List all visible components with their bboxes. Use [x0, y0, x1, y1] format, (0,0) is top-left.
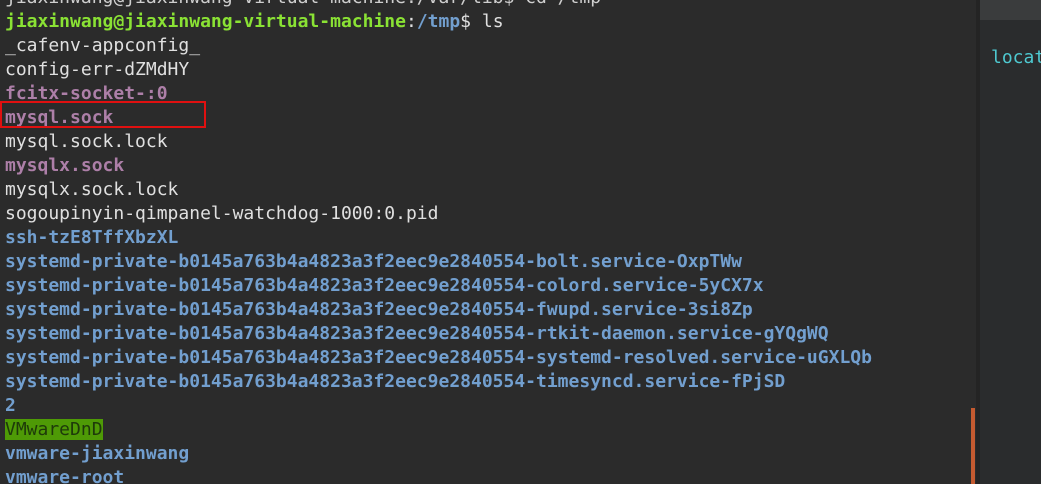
terminal-output: jiaxinwang@jiaxinwang-virtual-machine:/v… [5, 0, 872, 484]
list-item: _cafenv-appconfig_ [5, 34, 872, 58]
list-item: ssh-tzE8TffXbzXL [5, 226, 872, 250]
socket-entry: fcitx-socket-:0 [5, 83, 168, 104]
list-item: vmware-jiaxinwang [5, 442, 872, 466]
prompt-colon: : [405, 11, 417, 32]
prompt-user-host: jiaxinwang@jiaxinwang-virtual-machine [5, 11, 406, 32]
directory-entry: systemd-private-b0145a763b4a4823a3f2eec9… [5, 251, 742, 272]
terminal-window[interactable]: jiaxinwang@jiaxinwang-virtual-machine:/v… [0, 0, 976, 484]
prompt-path: /tmp [416, 11, 461, 32]
list-item: 2 [5, 394, 872, 418]
side-panel-text: locat [991, 47, 1041, 68]
list-item: VMwareDnD [5, 418, 872, 442]
directory-entry: systemd-private-b0145a763b4a4823a3f2eec9… [5, 347, 872, 368]
side-panel-tab[interactable] [980, 0, 1041, 20]
clipped-command-line: jiaxinwang@jiaxinwang-virtual-machine:/v… [5, 0, 872, 10]
file-entry: mysql.sock.lock [5, 131, 168, 152]
prompt-symbol: $ [460, 11, 482, 32]
list-item: config-err-dZMdHY [5, 58, 872, 82]
list-item: systemd-private-b0145a763b4a4823a3f2eec9… [5, 250, 872, 274]
directory-entry: systemd-private-b0145a763b4a4823a3f2eec9… [5, 371, 786, 392]
list-item: fcitx-socket-:0 [5, 82, 872, 106]
list-item: mysqlx.sock [5, 154, 872, 178]
directory-entry: systemd-private-b0145a763b4a4823a3f2eec9… [5, 299, 753, 320]
socket-entry-highlighted: mysql.sock [5, 107, 114, 128]
list-item: vmware-root [5, 466, 872, 484]
directory-entry-wrap: 2 [5, 395, 16, 416]
list-item: systemd-private-b0145a763b4a4823a3f2eec9… [5, 346, 872, 370]
list-item: systemd-private-b0145a763b4a4823a3f2eec9… [5, 274, 872, 298]
file-entry: mysqlx.sock.lock [5, 179, 179, 200]
list-item: sogoupinyin-qimpanel-watchdog-1000:0.pid [5, 202, 872, 226]
list-item: mysqlx.sock.lock [5, 178, 872, 202]
list-item: systemd-private-b0145a763b4a4823a3f2eec9… [5, 370, 872, 394]
list-item: systemd-private-b0145a763b4a4823a3f2eec9… [5, 322, 872, 346]
side-panel: locat [980, 0, 1041, 484]
directory-entry: ssh-tzE8TffXbzXL [5, 227, 179, 248]
terminal-scrollbar[interactable] [971, 408, 975, 484]
list-item: systemd-private-b0145a763b4a4823a3f2eec9… [5, 298, 872, 322]
directory-entry: vmware-jiaxinwang [5, 443, 190, 464]
list-item: mysql.sock [5, 106, 872, 130]
directory-entry: systemd-private-b0145a763b4a4823a3f2eec9… [5, 275, 764, 296]
directory-entry: systemd-private-b0145a763b4a4823a3f2eec9… [5, 323, 829, 344]
file-entry: sogoupinyin-qimpanel-watchdog-1000:0.pid [5, 203, 439, 224]
socket-entry: mysqlx.sock [5, 155, 125, 176]
prompt-command: ls [481, 11, 504, 32]
file-entry: config-err-dZMdHY [5, 59, 190, 80]
prompt-line: jiaxinwang@jiaxinwang-virtual-machine:/t… [5, 10, 872, 34]
directory-entry-sticky: VMwareDnD [5, 419, 103, 440]
directory-entry: vmware-root [5, 467, 125, 484]
list-item: mysql.sock.lock [5, 130, 872, 154]
file-entry: _cafenv-appconfig_ [5, 35, 201, 56]
